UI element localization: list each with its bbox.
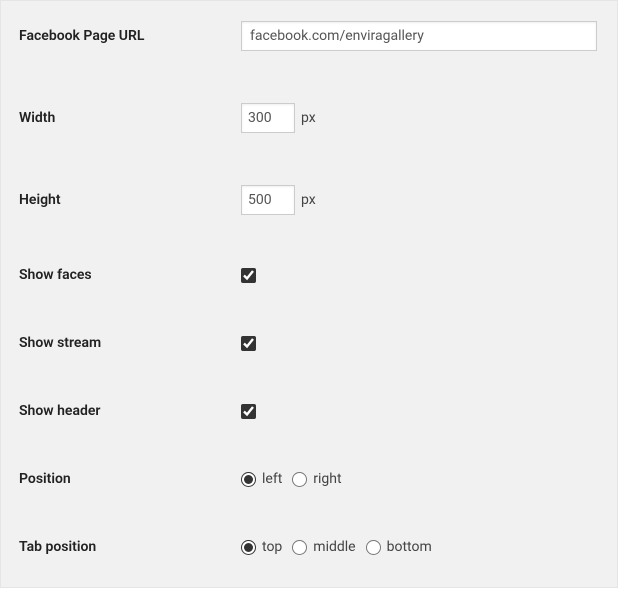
field-show-faces [241, 268, 256, 283]
label-show-stream: Show stream [19, 335, 241, 351]
label-tab-position: Tab position [19, 539, 241, 555]
label-position: Position [19, 471, 241, 487]
position-option-right: right [313, 471, 341, 487]
tab-position-option-top: top [262, 539, 282, 555]
position-radio-left[interactable] [241, 472, 256, 487]
tab-position-radio-middle[interactable] [292, 540, 307, 555]
position-radio-right[interactable] [292, 472, 307, 487]
form-row-height: Height px [19, 185, 599, 215]
settings-panel: Facebook Page URL Width px Height px Sho… [0, 0, 618, 588]
form-row-show-header: Show header [19, 403, 599, 419]
field-show-header [241, 404, 256, 419]
show-stream-checkbox[interactable] [241, 336, 256, 351]
field-width: px [241, 103, 316, 133]
tab-position-radio-bottom[interactable] [366, 540, 381, 555]
field-page-url [241, 21, 597, 51]
position-option-left: left [262, 471, 282, 487]
field-position: left right [241, 471, 348, 487]
width-unit: px [301, 110, 316, 126]
page-url-input[interactable] [241, 21, 597, 51]
show-faces-checkbox[interactable] [241, 268, 256, 283]
label-width: Width [19, 110, 241, 126]
form-row-position: Position left right [19, 471, 599, 487]
show-header-checkbox[interactable] [241, 404, 256, 419]
width-input[interactable] [241, 103, 295, 133]
label-show-faces: Show faces [19, 267, 241, 283]
form-row-show-faces: Show faces [19, 267, 599, 283]
form-row-tab-position: Tab position top middle bottom [19, 539, 599, 555]
form-row-width: Width px [19, 103, 599, 133]
label-page-url: Facebook Page URL [19, 28, 241, 44]
form-row-show-stream: Show stream [19, 335, 599, 351]
tab-position-option-middle: middle [313, 539, 355, 555]
label-show-header: Show header [19, 403, 241, 419]
tab-position-radio-top[interactable] [241, 540, 256, 555]
field-show-stream [241, 336, 256, 351]
field-tab-position: top middle bottom [241, 539, 438, 555]
form-row-page-url: Facebook Page URL [19, 21, 599, 51]
field-height: px [241, 185, 316, 215]
height-unit: px [301, 192, 316, 208]
tab-position-option-bottom: bottom [387, 539, 432, 555]
height-input[interactable] [241, 185, 295, 215]
label-height: Height [19, 192, 241, 208]
